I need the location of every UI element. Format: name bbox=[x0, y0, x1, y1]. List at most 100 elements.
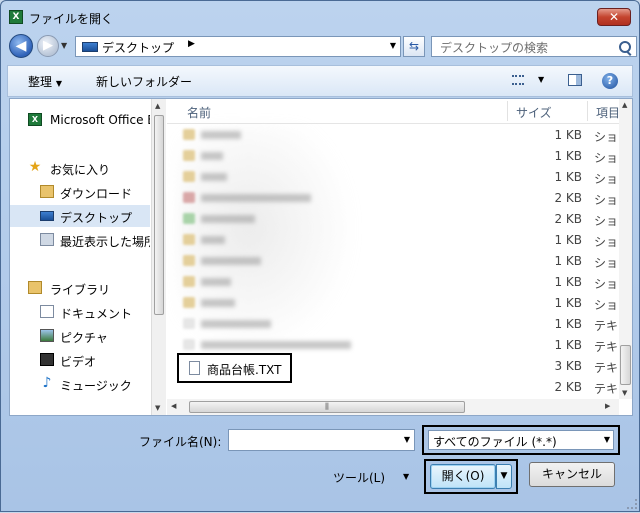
scroll-down-icon[interactable]: ▼ bbox=[155, 404, 160, 412]
sidebar-item-pictures[interactable]: ピクチャ bbox=[10, 325, 150, 347]
vertical-scroll-thumb[interactable] bbox=[620, 345, 631, 385]
file-row[interactable]: 1 KB ショ bbox=[167, 251, 619, 272]
organize-label: 整理 bbox=[28, 75, 53, 89]
column-header-size[interactable]: サイズ bbox=[516, 104, 552, 121]
scroll-right-icon[interactable]: ▶ bbox=[605, 402, 610, 410]
file-type: ショ bbox=[594, 172, 619, 186]
file-row[interactable]: 1 KB テキ bbox=[167, 314, 619, 335]
cancel-button[interactable]: キャンセル bbox=[529, 462, 615, 487]
file-row[interactable]: 1 KB ショ bbox=[167, 272, 619, 293]
new-folder-button[interactable]: 新しいフォルダー bbox=[96, 73, 192, 90]
horizontal-scroll-thumb[interactable]: ⫼ bbox=[189, 401, 465, 413]
address-dropdown-icon[interactable]: ▼ bbox=[390, 41, 396, 50]
desktop-icon bbox=[82, 42, 98, 52]
sidebar-item-downloads[interactable]: ダウンロード bbox=[10, 181, 150, 203]
blurred-file-icon bbox=[183, 318, 195, 329]
address-breadcrumb[interactable]: デスクトップ bbox=[102, 39, 174, 56]
blurred-file-icon bbox=[183, 339, 195, 350]
command-toolbar: 整理 ▼ 新しいフォルダー ▼ ? bbox=[7, 65, 633, 97]
file-type-select[interactable]: すべてのファイル (*.*) ▼ bbox=[428, 430, 614, 450]
sidebar-item-favorites[interactable]: ★ お気に入り bbox=[10, 157, 150, 179]
file-row[interactable]: 1 KB ショ bbox=[167, 230, 619, 251]
file-row[interactable]: 1 KB ショ bbox=[167, 167, 619, 188]
tools-dropdown-icon[interactable]: ▼ bbox=[403, 472, 409, 481]
resize-grip[interactable] bbox=[627, 499, 637, 509]
sidebar-item-libraries[interactable]: ライブラリ bbox=[10, 277, 150, 299]
help-icon[interactable]: ? bbox=[602, 73, 618, 89]
recent-pages-dropdown-icon[interactable]: ▼ bbox=[61, 41, 67, 50]
blurred-file-icon bbox=[183, 213, 195, 224]
file-row[interactable]: 2 KB ショ bbox=[167, 209, 619, 230]
view-options-icon[interactable] bbox=[512, 75, 524, 85]
music-icon: ♪ bbox=[42, 375, 52, 391]
file-row[interactable]: 1 KB ショ bbox=[167, 293, 619, 314]
sidebar-scrollbar[interactable]: ▲ ▼ bbox=[151, 99, 166, 415]
file-type: ショ bbox=[594, 130, 619, 144]
highlighted-file-item[interactable]: 商品台帳.TXT bbox=[177, 353, 292, 383]
scroll-down-icon[interactable]: ▼ bbox=[622, 389, 627, 397]
file-size: 2 KB bbox=[554, 212, 582, 226]
blurred-file-name bbox=[201, 131, 241, 139]
file-type-filter-highlight: すべてのファイル (*.*) ▼ bbox=[422, 425, 620, 455]
sidebar-item-desktop[interactable]: デスクトップ bbox=[10, 205, 150, 227]
forward-button[interactable]: ▶ bbox=[37, 35, 59, 57]
breadcrumb-arrow-icon[interactable]: ▶ bbox=[188, 39, 195, 49]
chevron-down-icon[interactable]: ▼ bbox=[604, 435, 610, 444]
file-list-vertical-scrollbar[interactable]: ▲ ▼ bbox=[619, 99, 632, 399]
column-header-type[interactable]: 項目 bbox=[596, 104, 620, 121]
close-button[interactable]: ✕ bbox=[597, 8, 631, 26]
file-list-horizontal-scrollbar[interactable]: ◀ ⫼ ▶ bbox=[167, 399, 619, 415]
dialog-footer: ファイル名(N): ▼ すべてのファイル (*.*) ▼ ツール(L) ▼ 開く… bbox=[1, 417, 640, 513]
preview-pane-icon[interactable] bbox=[568, 74, 582, 86]
blurred-file-name bbox=[201, 299, 235, 307]
organize-button[interactable]: 整理 ▼ bbox=[28, 73, 62, 90]
file-size: 1 KB bbox=[554, 317, 582, 331]
open-file-dialog: X ファイルを開く ✕ ◀ ▶ ▼ デスクトップ ▶ ▼ ⇆ デスクトップの検索… bbox=[0, 0, 640, 512]
filename-dropdown-icon[interactable]: ▼ bbox=[404, 435, 410, 444]
sidebar-item-music[interactable]: ♪ ミュージック bbox=[10, 373, 150, 395]
address-bar[interactable]: デスクトップ ▶ ▼ bbox=[75, 36, 401, 57]
sidebar-scroll-thumb[interactable] bbox=[154, 115, 164, 315]
sidebar-item-recent-places[interactable]: 最近表示した場所 bbox=[10, 229, 150, 251]
column-divider[interactable] bbox=[507, 101, 508, 121]
blurred-file-icon bbox=[183, 171, 195, 182]
blurred-file-icon bbox=[183, 234, 195, 245]
title-bar: X ファイルを開く ✕ bbox=[1, 1, 639, 33]
file-size: 3 KB bbox=[554, 359, 582, 373]
scroll-up-icon[interactable]: ▲ bbox=[622, 101, 627, 109]
filename-field[interactable]: ▼ bbox=[228, 429, 415, 451]
sidebar-item-documents[interactable]: ドキュメント bbox=[10, 301, 150, 323]
search-icon[interactable] bbox=[619, 41, 631, 53]
column-header-name[interactable]: 名前 bbox=[187, 104, 211, 121]
open-button[interactable]: 開く(O) bbox=[430, 464, 496, 489]
file-type: テキ bbox=[594, 340, 619, 354]
scroll-left-icon[interactable]: ◀ bbox=[171, 402, 176, 410]
file-row[interactable]: 1 KB ショ bbox=[167, 146, 619, 167]
tools-button[interactable]: ツール(L) bbox=[333, 469, 385, 486]
scroll-up-icon[interactable]: ▲ bbox=[155, 102, 160, 110]
sidebar-item-label: お気に入り bbox=[50, 163, 111, 177]
downloads-folder-icon bbox=[40, 185, 54, 198]
file-size: 2 KB bbox=[554, 191, 582, 205]
blurred-file-name bbox=[201, 194, 311, 202]
sidebar-item-label: ドキュメント bbox=[60, 307, 133, 321]
search-input[interactable]: デスクトップの検索 bbox=[431, 36, 637, 57]
file-size: 1 KB bbox=[554, 338, 582, 352]
blurred-file-icon bbox=[183, 297, 195, 308]
blurred-file-name bbox=[201, 152, 223, 160]
refresh-button[interactable]: ⇆ bbox=[403, 36, 425, 57]
file-row[interactable]: 2 KB ショ bbox=[167, 188, 619, 209]
open-options-dropdown-icon[interactable]: ▼ bbox=[496, 464, 512, 489]
file-row[interactable]: 1 KB ショ bbox=[167, 125, 619, 146]
back-button[interactable]: ◀ bbox=[9, 34, 33, 58]
sidebar-item-label: ダウンロード bbox=[60, 187, 133, 201]
sidebar-item-videos[interactable]: ビデオ bbox=[10, 349, 150, 371]
column-divider[interactable] bbox=[587, 101, 588, 121]
library-icon bbox=[28, 281, 42, 294]
file-type: テキ bbox=[594, 382, 619, 396]
view-dropdown-icon[interactable]: ▼ bbox=[538, 75, 544, 84]
file-size: 1 KB bbox=[554, 128, 582, 142]
browser-content: X Microsoft Office E ★ お気に入り ダウンロード デスクト… bbox=[9, 98, 633, 416]
sidebar-item-excel[interactable]: X Microsoft Office E bbox=[10, 109, 150, 131]
navigation-pane: X Microsoft Office E ★ お気に入り ダウンロード デスクト… bbox=[10, 99, 150, 415]
